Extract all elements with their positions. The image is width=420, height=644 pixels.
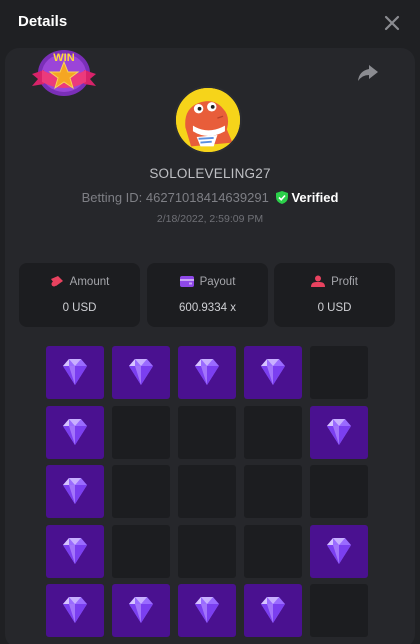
empty-tile[interactable]	[244, 465, 302, 518]
stat-payout-label: Payout	[199, 276, 236, 288]
gem-icon	[63, 478, 87, 504]
share-icon[interactable]	[357, 63, 379, 83]
gem-icon	[261, 359, 285, 385]
gem-icon	[195, 359, 219, 385]
gem-icon	[63, 359, 87, 385]
gem-icon	[129, 597, 153, 623]
gem-tile[interactable]	[310, 524, 368, 578]
empty-tile[interactable]	[112, 465, 170, 518]
gem-tile[interactable]	[310, 405, 368, 459]
gem-tile[interactable]	[112, 346, 170, 399]
profit-icon	[311, 275, 326, 287]
verified-shield-icon	[276, 191, 289, 204]
gem-icon	[327, 418, 351, 445]
close-icon[interactable]	[380, 11, 404, 35]
empty-tile[interactable]	[178, 524, 236, 578]
amount-icon	[50, 276, 63, 287]
win-badge-icon: WIN	[32, 50, 96, 96]
stat-amount-value: 0 USD	[62, 302, 97, 314]
gem-icon	[63, 597, 87, 623]
gem-tile[interactable]	[178, 584, 236, 637]
gem-icon	[63, 537, 87, 564]
empty-tile[interactable]	[112, 524, 170, 578]
avatar	[174, 86, 242, 154]
empty-tile[interactable]	[310, 465, 368, 518]
gem-tile[interactable]	[244, 346, 302, 399]
gem-tile[interactable]	[46, 465, 104, 518]
details-header: Details	[0, 0, 420, 46]
gem-tile[interactable]	[46, 524, 104, 578]
betting-id-label: Betting ID:	[81, 190, 143, 205]
gem-icon	[63, 418, 87, 445]
gem-icon	[129, 359, 153, 385]
gem-icon	[195, 597, 219, 623]
empty-tile[interactable]	[310, 346, 368, 399]
stat-profit-label: Profit	[331, 276, 358, 288]
empty-tile[interactable]	[244, 405, 302, 459]
stat-amount: Amount 0 USD	[19, 263, 140, 327]
stat-payout-value: 600.9334 x	[179, 302, 236, 314]
username: SOLOLEVELING27	[149, 166, 271, 181]
dinosaur-avatar-icon	[176, 88, 240, 152]
gem-tile[interactable]	[46, 346, 104, 399]
empty-tile[interactable]	[112, 405, 170, 459]
gem-tile[interactable]	[46, 584, 104, 637]
stat-payout: Payout 600.9334 x	[147, 263, 268, 327]
bet-datetime: 2/18/2022, 2:59:09 PM	[156, 213, 264, 225]
wallet-icon	[179, 276, 194, 287]
gem-tile[interactable]	[112, 584, 170, 637]
gem-tile[interactable]	[46, 405, 104, 459]
empty-tile[interactable]	[178, 465, 236, 518]
dialog-title: Details	[18, 13, 68, 30]
win-badge-text: WIN	[53, 52, 74, 64]
gem-tile[interactable]	[178, 346, 236, 399]
stat-profit-value: 0 USD	[317, 302, 352, 314]
empty-tile[interactable]	[310, 584, 368, 637]
gem-tile[interactable]	[244, 584, 302, 637]
stat-profit: Profit 0 USD	[274, 263, 395, 327]
gem-icon	[327, 537, 351, 564]
gem-icon	[261, 597, 285, 623]
empty-tile[interactable]	[244, 524, 302, 578]
empty-tile[interactable]	[178, 405, 236, 459]
verified-label: Verified	[291, 190, 339, 205]
betting-id-value: 46271018414639291	[145, 190, 269, 205]
stat-amount-label: Amount	[69, 276, 110, 288]
betting-id-line: Betting ID: 46271018414639291 Verified	[0, 190, 420, 205]
